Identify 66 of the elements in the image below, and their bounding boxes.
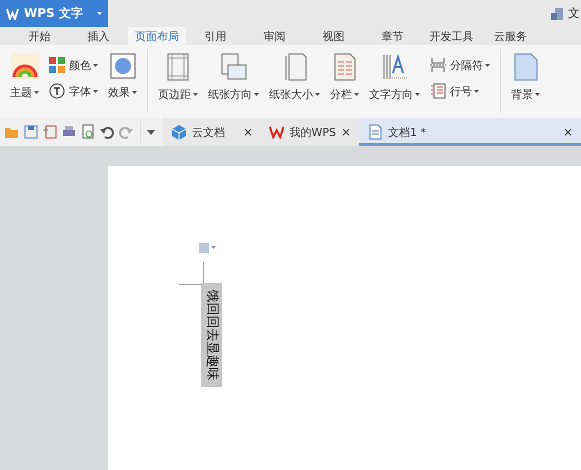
font-icon bbox=[49, 83, 65, 99]
caret-icon bbox=[93, 90, 98, 92]
document-tab[interactable]: 我的WPS × bbox=[261, 118, 359, 146]
ribbon-button[interactable]: 字体 bbox=[47, 83, 100, 99]
margins-icon bbox=[166, 53, 190, 81]
ribbon-button[interactable]: 效果 bbox=[106, 49, 139, 104]
effect-icon bbox=[110, 53, 136, 79]
close-icon[interactable]: × bbox=[340, 125, 351, 139]
caret-icon bbox=[315, 93, 320, 96]
paper-icon bbox=[282, 53, 306, 81]
wps-logo-icon bbox=[269, 125, 284, 139]
caret-icon bbox=[93, 64, 98, 66]
document-icon bbox=[550, 6, 564, 20]
ribbon-tab[interactable]: 审阅 bbox=[245, 27, 304, 45]
line-numbers-icon bbox=[430, 83, 446, 99]
document-tab[interactable]: 文档1 * × bbox=[359, 118, 581, 146]
caret-icon bbox=[34, 91, 39, 94]
ribbon-tab[interactable]: 开发工具 bbox=[422, 27, 481, 45]
ribbon-tab[interactable]: 视图 bbox=[304, 27, 363, 45]
text-direction-icon bbox=[382, 53, 408, 81]
ribbon-button[interactable]: 分栏 bbox=[328, 49, 361, 106]
ribbon-tab[interactable]: 插入 bbox=[69, 27, 128, 45]
cube-icon bbox=[171, 124, 187, 140]
layout-options-icon[interactable] bbox=[198, 242, 216, 254]
close-icon[interactable]: × bbox=[242, 125, 253, 139]
ribbon-tab[interactable]: 云服务 bbox=[481, 27, 540, 45]
caret-icon bbox=[132, 91, 137, 94]
close-icon[interactable]: × bbox=[562, 125, 573, 139]
save-icon[interactable] bbox=[23, 124, 39, 140]
ribbon-button[interactable]: 文字方向 bbox=[367, 49, 422, 106]
caret-icon bbox=[474, 90, 479, 92]
ribbon-tab[interactable]: 引用 bbox=[186, 27, 245, 45]
caret-icon bbox=[97, 12, 102, 15]
document-tab[interactable]: 云文档 × bbox=[163, 118, 261, 146]
export-pdf-icon[interactable] bbox=[42, 124, 58, 140]
text-box[interactable]: 饿回回去显趣味 bbox=[201, 283, 222, 387]
ribbon-button[interactable]: 纸张大小 bbox=[267, 49, 322, 106]
caret-icon bbox=[535, 93, 540, 96]
palette-icon bbox=[49, 57, 65, 73]
ribbon-button[interactable]: 主题 bbox=[8, 49, 41, 104]
caret-icon bbox=[254, 93, 259, 96]
caret-icon bbox=[193, 93, 198, 96]
caret-icon bbox=[415, 93, 420, 96]
caret-icon bbox=[485, 64, 490, 66]
print-preview-icon[interactable] bbox=[80, 124, 96, 140]
orientation-icon bbox=[220, 53, 248, 81]
columns-icon bbox=[334, 53, 356, 81]
ribbon-button[interactable]: 纸张方向 bbox=[206, 49, 261, 106]
document-icon bbox=[367, 124, 383, 140]
app-logo-icon bbox=[6, 8, 19, 20]
ribbon-button[interactable]: 页边距 bbox=[156, 49, 200, 106]
ribbon-tab[interactable]: 开始 bbox=[10, 27, 69, 45]
ribbon-button[interactable]: 背景 bbox=[509, 49, 542, 106]
documents-label: 文 bbox=[568, 5, 580, 22]
ribbon-button[interactable]: 行号 bbox=[428, 83, 492, 99]
page-icon bbox=[514, 53, 538, 81]
ribbon-tab[interactable]: 章节 bbox=[363, 27, 422, 45]
undo-icon[interactable] bbox=[99, 124, 115, 140]
ribbon-button[interactable]: 分隔符 bbox=[428, 57, 492, 73]
rainbow-icon bbox=[10, 53, 38, 79]
ribbon-tab[interactable]: 页面布局 bbox=[128, 27, 186, 45]
ribbon-button[interactable]: 颜色 bbox=[47, 57, 100, 73]
caret-icon bbox=[354, 93, 359, 96]
app-menu-button[interactable]: WPS 文字 bbox=[0, 0, 108, 27]
page-break-icon bbox=[430, 57, 446, 73]
caret-icon[interactable] bbox=[147, 130, 155, 134]
